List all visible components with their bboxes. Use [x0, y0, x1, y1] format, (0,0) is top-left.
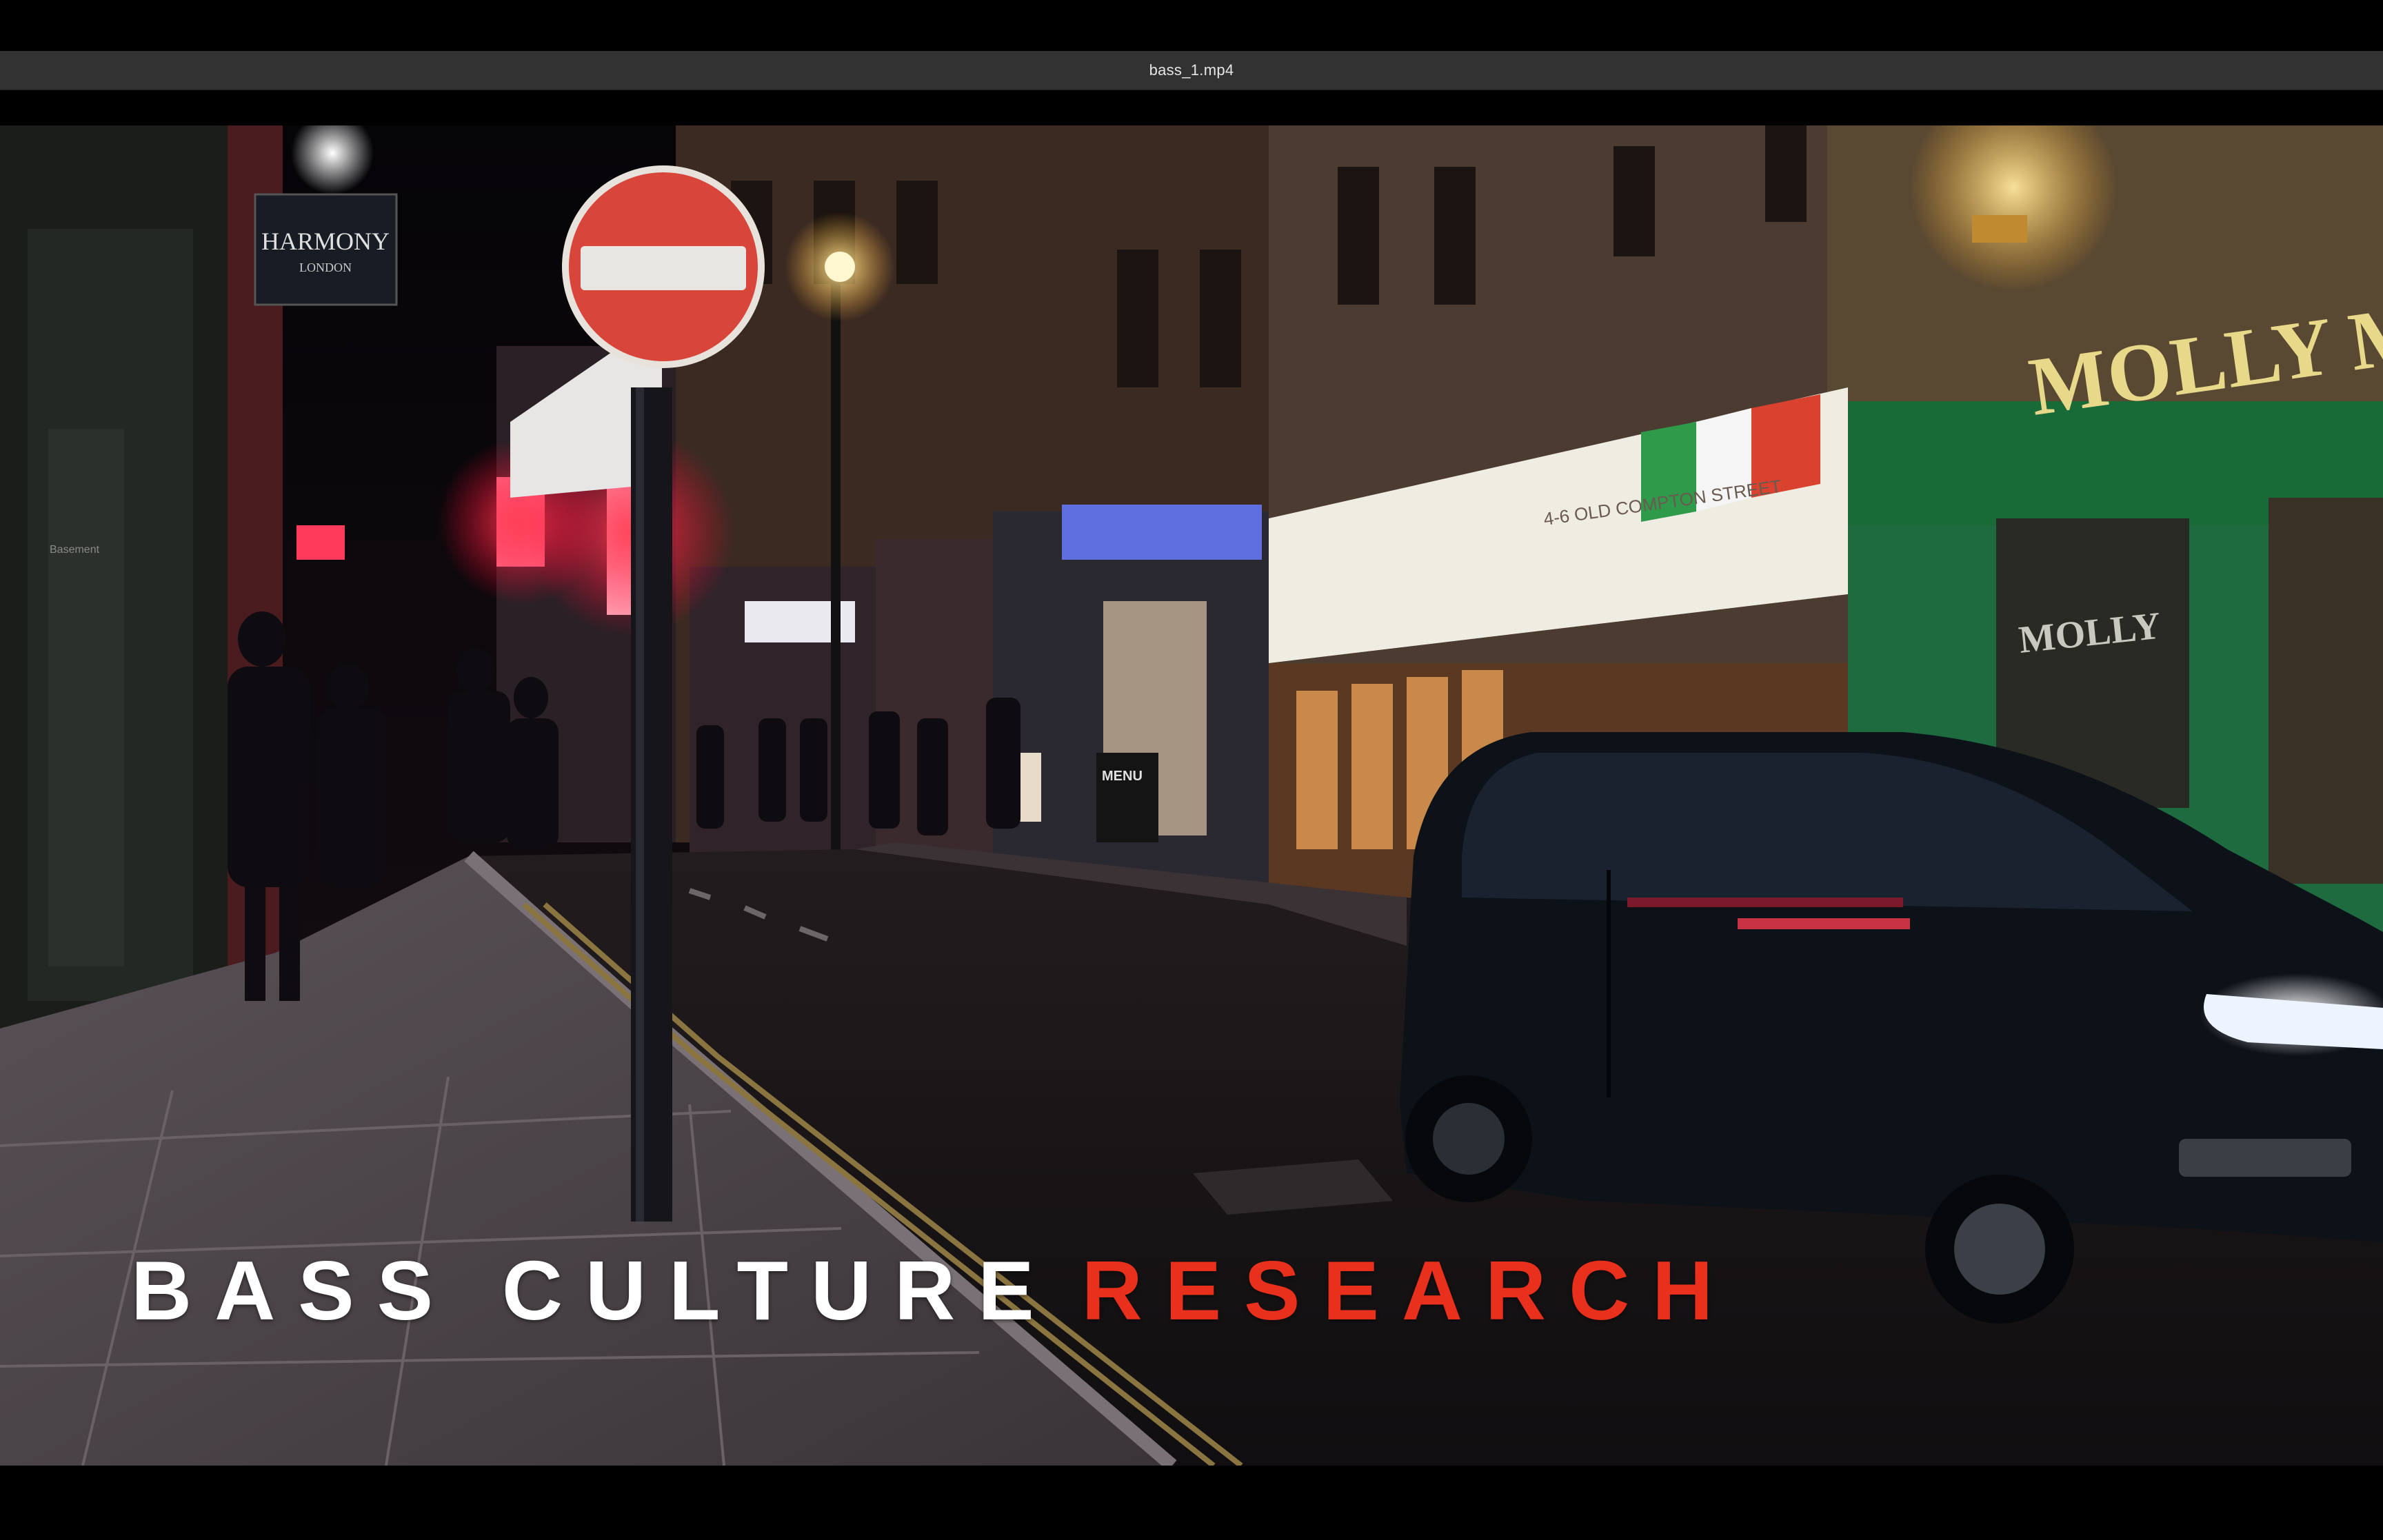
shop-sign-harmony: HARMONY LONDON	[254, 193, 398, 306]
svg-text:Basement: Basement	[50, 544, 100, 556]
shop-sign-bottom-text: LONDON	[299, 261, 352, 274]
video-frame[interactable]: MOLLY MO MOLLY 4-6 OLD COMPTON STREET ME…	[0, 125, 2383, 1466]
title-bar[interactable]: bass_1.mp4	[0, 51, 2383, 90]
caption-word-red: RESEARCH	[1081, 1244, 1736, 1337]
video-caption: BASS CULTURE RESEARCH	[131, 1239, 1736, 1342]
menu-board-text: MENU	[1102, 769, 1143, 784]
window-title: bass_1.mp4	[1149, 61, 1234, 79]
no-entry-sign	[562, 165, 765, 368]
shop-sign-top-text: HARMONY	[261, 227, 390, 255]
caption-word-white: BASS CULTURE	[131, 1244, 1057, 1337]
video-player-window: bass_1.mp4 MOLLY MO MOLLY 4-6 OLD COMPTO…	[0, 0, 2383, 1540]
